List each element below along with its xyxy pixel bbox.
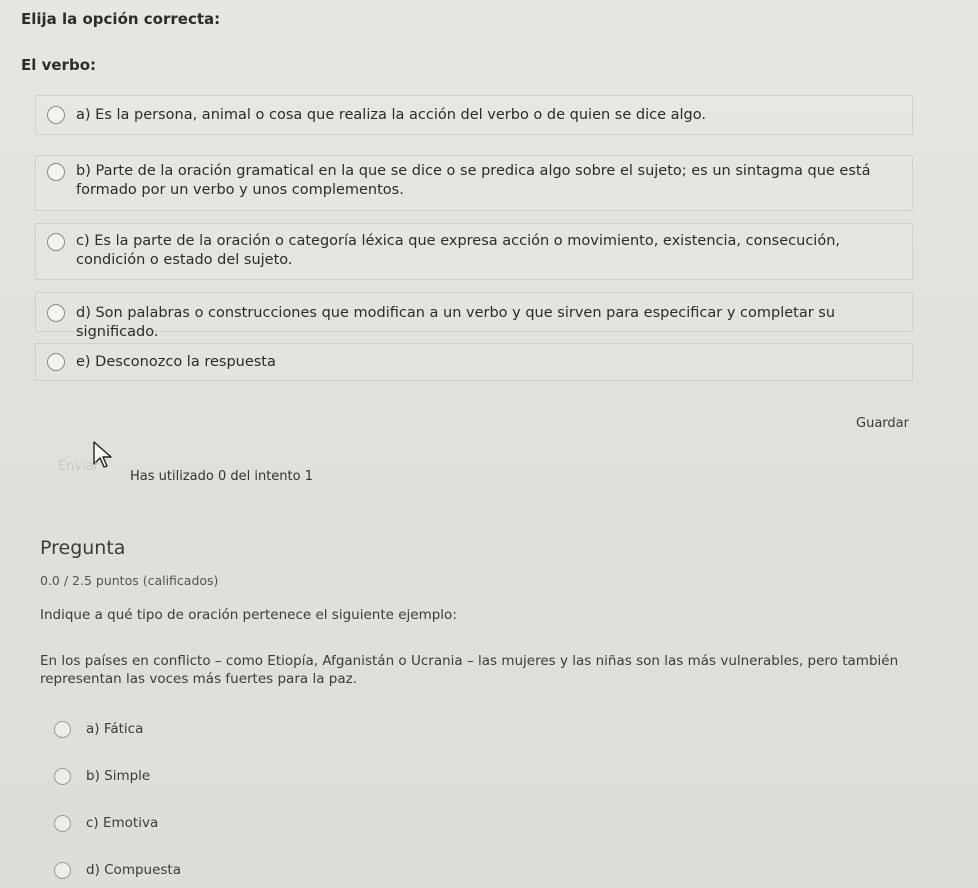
q2-option-b-label: b) Simple — [86, 768, 151, 784]
radio-button-a[interactable] — [47, 106, 65, 124]
radio-button-e[interactable] — [47, 353, 65, 371]
option-d-label: d) Son palabras o construcciones que mod… — [76, 305, 836, 340]
option-a-label: a) Es la persona, animal o cosa que real… — [76, 107, 706, 123]
question-title: Pregunta — [40, 537, 126, 559]
option-a[interactable]: a) Es la persona, animal o cosa que real… — [35, 95, 913, 135]
question-example: En los países en conflicto – como Etiopí… — [40, 653, 899, 687]
option-d[interactable]: d) Son palabras o construcciones que mod… — [35, 292, 913, 340]
save-button[interactable]: Guardar — [856, 416, 909, 431]
attempts-info: Has utilizado 0 del intento 1 — [130, 469, 313, 484]
option-e[interactable]: e) Desconozco la respuesta — [35, 343, 913, 381]
radio-button-b[interactable] — [47, 163, 65, 181]
option-b[interactable]: b) Parte de la oración gramatical en la … — [35, 155, 913, 211]
option-c[interactable]: c) Es la parte de la oración o categoría… — [35, 223, 913, 280]
question-score: 0.0 / 2.5 puntos (calificados) — [40, 573, 219, 588]
radio-button-d[interactable] — [47, 304, 65, 322]
q2-option-a-label: a) Fática — [86, 721, 144, 737]
submit-button[interactable]: Enviar — [58, 459, 99, 474]
option-b-label: b) Parte de la oración gramatical en la … — [76, 163, 871, 198]
q2-radio-button-c[interactable] — [54, 815, 71, 832]
q2-radio-button-b[interactable] — [54, 768, 71, 785]
question-instruction: Elija la opción correcta: — [21, 10, 221, 28]
q2-option-c-label: c) Emotiva — [86, 815, 159, 831]
q2-radio-button-d[interactable] — [54, 862, 71, 879]
q2-option-d-label: d) Compuesta — [86, 862, 181, 878]
option-c-label: c) Es la parte de la oración o categoría… — [76, 233, 840, 268]
question-prompt: Indique a qué tipo de oración pertenece … — [40, 607, 457, 623]
quiz-page: Elija la opción correcta: El verbo: a) E… — [0, 0, 978, 888]
radio-button-c[interactable] — [47, 233, 65, 251]
q2-radio-button-a[interactable] — [54, 721, 71, 738]
question-stem: El verbo: — [21, 56, 96, 74]
option-e-label: e) Desconozco la respuesta — [76, 354, 276, 370]
